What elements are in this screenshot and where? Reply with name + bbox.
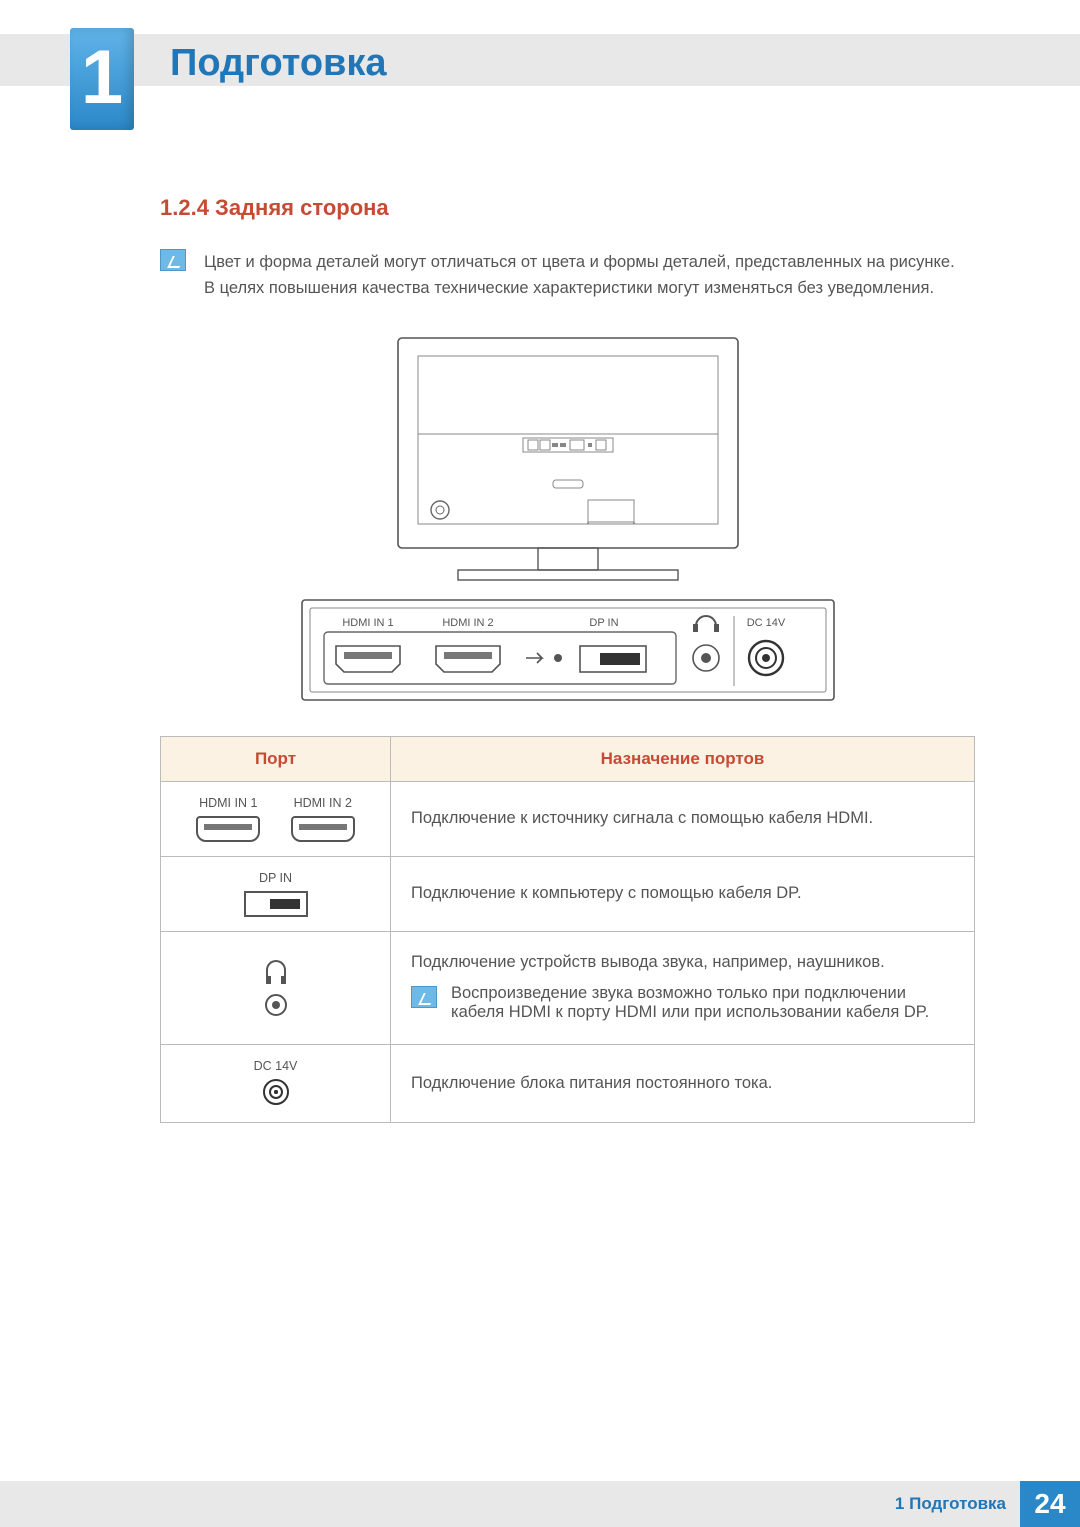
dp-in-label: DP IN (181, 871, 370, 885)
hdmi-desc: Подключение к источнику сигнала с помощь… (391, 781, 975, 856)
audio-desc: Подключение устройств вывода звука, напр… (411, 953, 954, 972)
chapter-number-badge: 1 (70, 28, 134, 130)
port-cell-dp: DP IN (161, 856, 391, 931)
footer-chapter-label: 1 Подготовка (895, 1494, 1006, 1514)
table-row: DC 14V Подключение блока питания постоян… (161, 1044, 975, 1122)
table-row: DP IN Подключение к компьютеру с помощью… (161, 856, 975, 931)
header-bar (0, 34, 1080, 86)
note-icon (160, 249, 186, 271)
port-cell-dc: DC 14V (161, 1044, 391, 1122)
audio-jack-icon (265, 994, 287, 1016)
panel-label-hdmi2: HDMI IN 2 (442, 617, 493, 629)
table-row: HDMI IN 1 HDMI IN 2 Подключение к источн… (161, 781, 975, 856)
port-cell-audio (161, 931, 391, 1044)
rear-diagram: HDMI IN 1 HDMI IN 2 DP IN DC 14V (160, 330, 975, 706)
table-header-desc: Назначение портов (391, 736, 975, 781)
monitor-illustration (388, 330, 748, 600)
port-cell-hdmi: HDMI IN 1 HDMI IN 2 (161, 781, 391, 856)
audio-desc-cell: Подключение устройств вывода звука, напр… (391, 931, 975, 1044)
intro-note-line2: В целях повышения качества технические х… (204, 275, 955, 301)
intro-note-line1: Цвет и форма деталей могут отличаться от… (204, 249, 955, 275)
table-header-port: Порт (161, 736, 391, 781)
ports-table: Порт Назначение портов HDMI IN 1 HDMI IN… (160, 736, 975, 1123)
audio-note: Воспроизведение звука возможно только пр… (411, 984, 954, 1022)
dp-desc: Подключение к компьютеру с помощью кабел… (391, 856, 975, 931)
hdmi-port-icon (291, 816, 355, 842)
dc-desc: Подключение блока питания постоянного то… (391, 1044, 975, 1122)
headphones-icon (266, 960, 286, 980)
panel-label-hdmi1: HDMI IN 1 (342, 617, 393, 629)
hdmi-port-icon (196, 816, 260, 842)
page-footer: 1 Подготовка 24 (0, 1481, 1080, 1527)
hdmi-in-1-label: HDMI IN 1 (199, 796, 257, 810)
dp-port-icon (244, 891, 308, 917)
footer-page-number: 24 (1020, 1481, 1080, 1527)
panel-label-dc14v: DC 14V (746, 617, 785, 629)
dc-14v-label: DC 14V (181, 1059, 370, 1073)
hdmi-in-2-label: HDMI IN 2 (294, 796, 352, 810)
dc-power-icon (263, 1079, 289, 1105)
table-row: Подключение устройств вывода звука, напр… (161, 931, 975, 1044)
intro-note: Цвет и форма деталей могут отличаться от… (160, 249, 975, 302)
intro-note-text: Цвет и форма деталей могут отличаться от… (204, 249, 955, 302)
page-content: 1.2.4 Задняя сторона Цвет и форма детале… (160, 195, 975, 1123)
ports-panel-illustration: HDMI IN 1 HDMI IN 2 DP IN DC 14V (298, 596, 838, 706)
audio-note-text: Воспроизведение звука возможно только пр… (451, 984, 954, 1022)
section-heading: 1.2.4 Задняя сторона (160, 195, 975, 221)
note-icon (411, 986, 437, 1008)
chapter-title: Подготовка (170, 42, 387, 85)
panel-label-dpin: DP IN (589, 617, 618, 629)
